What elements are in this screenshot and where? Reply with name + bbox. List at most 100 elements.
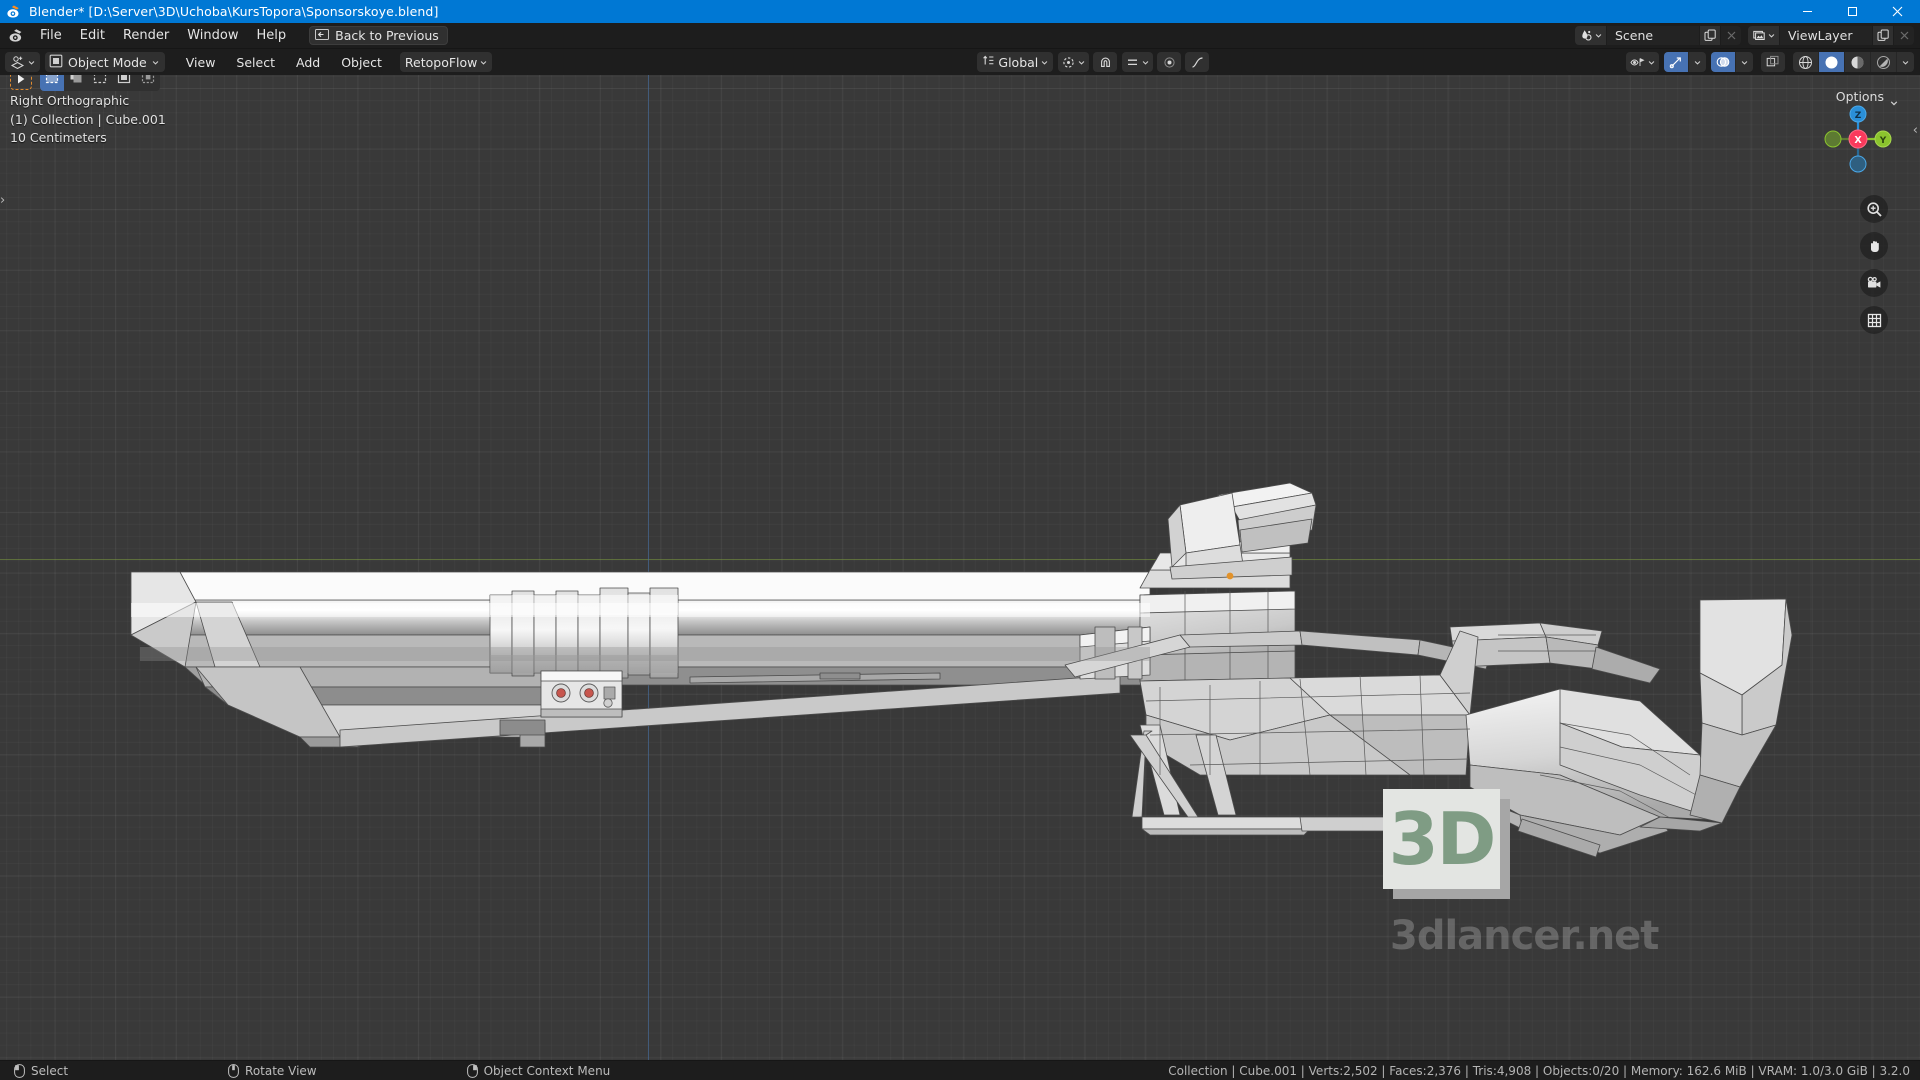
orientation-icon bbox=[982, 54, 995, 70]
viewport-menu-object[interactable]: Object bbox=[333, 52, 390, 72]
keymap-object-context-menu: Object Context Menu bbox=[466, 1063, 611, 1078]
chevron-down-icon bbox=[1902, 60, 1909, 65]
gizmo-axis-x-label: X bbox=[1854, 135, 1862, 146]
snap-settings-selector[interactable] bbox=[1122, 52, 1154, 72]
window-title: Blender* [D:\Server\3D\Uchoba\KursTopora… bbox=[29, 4, 439, 19]
close-icon[interactable] bbox=[1875, 0, 1920, 23]
viewlayer-icon[interactable] bbox=[1748, 26, 1780, 45]
scene-icon[interactable] bbox=[1575, 26, 1607, 45]
overlays-icon[interactable] bbox=[1711, 52, 1736, 72]
back-to-previous-button[interactable]: Back to Previous bbox=[309, 26, 448, 45]
menu-window[interactable]: Window bbox=[178, 25, 247, 46]
editor-type-icon[interactable] bbox=[5, 52, 40, 72]
viewlayer-name[interactable]: ViewLayer bbox=[1780, 26, 1872, 45]
snap-magnet-icon[interactable] bbox=[1093, 52, 1118, 72]
blender-logo-icon bbox=[6, 4, 22, 20]
statusbar: Select Rotate View Object Context Menu C… bbox=[0, 1060, 1920, 1080]
chevron-down-icon bbox=[152, 60, 159, 65]
viewport-display-controls bbox=[1621, 52, 1920, 72]
zoom-icon[interactable] bbox=[1860, 195, 1888, 223]
shading-wireframe-icon[interactable] bbox=[1793, 52, 1819, 72]
new-viewlayer-button[interactable] bbox=[1872, 26, 1893, 45]
shading-rendered-icon[interactable] bbox=[1871, 52, 1897, 72]
overlays-dropdown[interactable] bbox=[1736, 52, 1753, 72]
viewlayer-field-group[interactable]: ViewLayer bbox=[1748, 26, 1914, 45]
watermark-logo: 3D bbox=[1383, 789, 1510, 899]
chevron-down-icon bbox=[1142, 60, 1149, 65]
overlays-toggle-group bbox=[1711, 52, 1753, 72]
chevron-down-icon bbox=[28, 60, 35, 65]
pivot-icon bbox=[1063, 56, 1074, 68]
transform-orientation-selector[interactable]: Global bbox=[977, 52, 1054, 72]
scene-statistics: Collection | Cube.001 | Verts:2,502 | Fa… bbox=[1168, 1063, 1910, 1078]
unlink-viewlayer-button[interactable] bbox=[1893, 26, 1914, 45]
blender-window: Blender* [D:\Server\3D\Uchoba\KursTopora… bbox=[0, 0, 1920, 1080]
back-to-previous-label: Back to Previous bbox=[335, 28, 439, 43]
chevron-down-icon bbox=[1741, 60, 1748, 65]
gizmo-dropdown[interactable] bbox=[1689, 52, 1706, 72]
viewport-header: Object Mode View Select Add Object Retop… bbox=[0, 49, 1920, 75]
window-titlebar: Blender* [D:\Server\3D\Uchoba\KursTopora… bbox=[0, 0, 1920, 23]
pan-hand-icon[interactable] bbox=[1860, 232, 1888, 260]
viewport-menu-add[interactable]: Add bbox=[288, 52, 328, 72]
keymap-object-context-menu-label: Object Context Menu bbox=[483, 1063, 611, 1078]
chevron-down-icon bbox=[481, 60, 487, 65]
menu-file[interactable]: File bbox=[31, 25, 71, 46]
gizmo-icon[interactable] bbox=[1664, 52, 1689, 72]
menu-render[interactable]: Render bbox=[114, 25, 178, 46]
3d-viewport[interactable]: Options Right Orthographic (1) Collectio… bbox=[0, 75, 1920, 1060]
keymap-select: Select bbox=[14, 1064, 68, 1078]
gizmo-axis-z-label: Z bbox=[1855, 111, 1862, 121]
topbar: File Edit Render Window Help Back to Pre… bbox=[0, 23, 1920, 49]
mouse-left-icon bbox=[14, 1063, 25, 1078]
watermark-card: 3D bbox=[1383, 789, 1500, 889]
chevron-down-icon bbox=[1595, 34, 1602, 38]
navigation-axis-gizmo[interactable]: Z Y X bbox=[1816, 97, 1900, 181]
viewport-transform-controls: Global bbox=[972, 52, 1210, 72]
shading-dropdown[interactable] bbox=[1897, 52, 1914, 72]
chevron-down-icon bbox=[1041, 60, 1048, 65]
shading-material-icon[interactable] bbox=[1845, 52, 1871, 72]
topbar-right-controls: Scene ViewLayer bbox=[1568, 26, 1920, 45]
gizmo-axis-y-label: Y bbox=[1879, 136, 1887, 146]
menu-edit[interactable]: Edit bbox=[71, 25, 114, 46]
chevron-down-icon bbox=[1078, 60, 1085, 65]
watermark-logo-text: 3D bbox=[1388, 797, 1497, 881]
viewport-nav-buttons bbox=[1860, 195, 1888, 334]
toggle-ortho-grid-icon[interactable] bbox=[1860, 306, 1888, 334]
object-mode-icon bbox=[49, 54, 63, 71]
falloff-curve-icon[interactable] bbox=[1185, 52, 1210, 72]
watermark-site-text: 3dlancer.net bbox=[1390, 913, 1659, 959]
orientation-label: Global bbox=[998, 54, 1039, 70]
viewport-menu-view[interactable]: View bbox=[178, 52, 224, 72]
retopoflow-label: RetopoFlow bbox=[404, 54, 478, 70]
xray-icon[interactable] bbox=[1761, 52, 1785, 72]
unlink-scene-button[interactable] bbox=[1720, 26, 1741, 45]
eye-icon bbox=[1630, 57, 1645, 66]
mode-label: Object Mode bbox=[68, 54, 147, 70]
visibility-selector[interactable] bbox=[1626, 52, 1659, 72]
maximize-icon[interactable] bbox=[1830, 0, 1875, 23]
mouse-middle-icon bbox=[228, 1063, 239, 1078]
new-scene-button[interactable] bbox=[1699, 26, 1720, 45]
proportional-edit-icon[interactable] bbox=[1157, 52, 1182, 72]
minimize-icon[interactable] bbox=[1785, 0, 1830, 23]
retopoflow-menu[interactable]: RetopoFlow bbox=[399, 52, 493, 72]
viewport-menu-select[interactable]: Select bbox=[228, 52, 283, 72]
scene-name[interactable]: Scene bbox=[1607, 26, 1699, 45]
snap-mode-icon bbox=[1128, 59, 1138, 65]
camera-view-icon[interactable] bbox=[1860, 269, 1888, 297]
shading-solid-icon[interactable] bbox=[1819, 52, 1845, 72]
pivot-point-selector[interactable] bbox=[1058, 52, 1090, 72]
gizmo-toggle-group bbox=[1664, 52, 1706, 72]
menu-help[interactable]: Help bbox=[248, 25, 296, 46]
chevron-down-icon bbox=[1694, 60, 1701, 65]
blender-menu-logo-icon[interactable] bbox=[8, 28, 25, 43]
scene-field-group[interactable]: Scene bbox=[1575, 26, 1741, 45]
keymap-rotate-view: Rotate View bbox=[228, 1064, 317, 1078]
back-arrow-icon bbox=[314, 29, 329, 43]
chevron-down-icon bbox=[1648, 60, 1655, 65]
interaction-mode-selector[interactable]: Object Mode bbox=[45, 52, 165, 72]
keymap-rotate-view-label: Rotate View bbox=[245, 1063, 317, 1078]
mouse-right-icon bbox=[466, 1063, 478, 1078]
